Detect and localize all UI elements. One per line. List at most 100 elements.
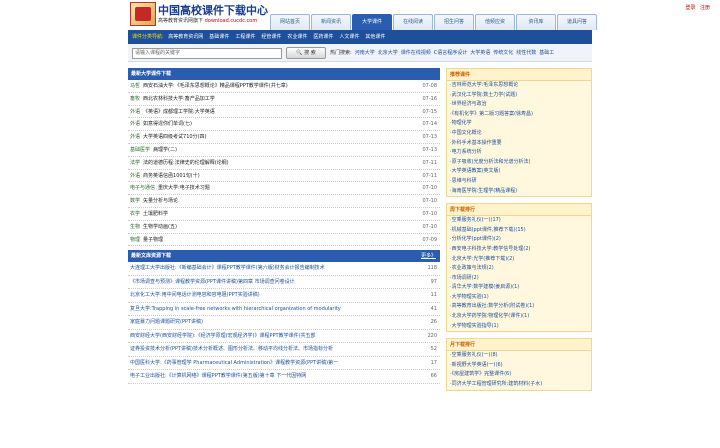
course-subject-link[interactable]: 基础医学	[130, 147, 150, 153]
hot-search-link[interactable]: 北京大学	[378, 50, 398, 56]
side-list-link[interactable]: ·大学英语教案(英文版)	[447, 167, 591, 177]
nav-tab[interactable]: 道具问答	[557, 14, 597, 30]
nav-tab[interactable]: 新闻资讯	[311, 14, 351, 30]
hot-search-link[interactable]: 大学英语	[470, 50, 490, 56]
course-subject-link[interactable]: 数学	[130, 198, 140, 204]
category-link[interactable]: 工程课件	[235, 34, 255, 40]
search-input[interactable]: 请输入课程的关键字	[132, 48, 282, 59]
course-subject-link[interactable]: 生物	[130, 224, 140, 230]
course-title-link[interactable]: 《英语》成都理工学院:大学英语	[143, 109, 215, 115]
hot-search-link[interactable]: 课件在线视频	[401, 50, 431, 56]
course-date: 07-08	[420, 80, 437, 92]
library-count: 11	[428, 289, 437, 302]
course-subject-link[interactable]: 外语	[130, 134, 140, 140]
hot-search-link[interactable]: 河南大学	[355, 50, 375, 56]
side-list-link[interactable]: ·空乘服务礼仪(一)(17)	[447, 216, 591, 226]
side-list-link[interactable]: ·农业政策与法规(2)	[447, 264, 591, 274]
nav-tab[interactable]: 大学课件	[352, 14, 392, 30]
category-link[interactable]: 高等教育资讯网	[168, 34, 203, 40]
side-list-link[interactable]: ·西安电子科技大学:教学信号处理(2)	[447, 245, 591, 255]
site-url[interactable]: download.cucdc.com	[205, 18, 258, 24]
category-link[interactable]: 农业课件	[287, 34, 307, 40]
side-list-link[interactable]: ·《房屋建筑学》完整课件(6)	[447, 370, 591, 380]
category-link[interactable]: 其他课件	[365, 34, 385, 40]
course-title-link[interactable]: 西安石油大学:《毛泽东思想概论》精品课程PPT教学课件(共七章)	[143, 83, 288, 89]
side-list-link[interactable]: ·大学物理实验指导(1)	[447, 322, 591, 332]
library-title-link[interactable]: 西安财经大学(西安财经学院):《经济学原理(宏观经济学)》课程PPT教学课件(共…	[130, 333, 316, 339]
course-title-link[interactable]: 病理学(二)	[153, 147, 177, 153]
side-list-link[interactable]: ·吉林师范大学:毛泽东思想概论	[447, 81, 591, 91]
library-title-link[interactable]: 证券投资技术分析(PPT讲稿)技术分析概述、图形分析法、移动平均线分析法、市场指…	[130, 346, 333, 352]
site-logo[interactable]	[130, 2, 156, 26]
hot-search-link[interactable]: 线性代数	[516, 50, 536, 56]
library-title-link[interactable]: 中国医科大学:《药事管理学 Pharmaceutical Administrat…	[130, 360, 338, 366]
course-title-link[interactable]: 重庆大学:电子技术习题	[158, 185, 210, 191]
side-list-link[interactable]: ·物理化学	[447, 119, 591, 129]
side-list-link[interactable]: ·分析化学(ppt课件)(2)	[447, 235, 591, 245]
library-title-link[interactable]: 北京化工大学:用中间电话计测电容和容电阻(PPT实验讲稿)	[130, 292, 260, 298]
side-list-link[interactable]: ·《有机化学》第二版习题答案(徐寿昌)	[447, 110, 591, 120]
nav-tab[interactable]: 他频应资	[475, 14, 515, 30]
side-list-link[interactable]: ·武汉化工学院:数土力学(试题)	[447, 91, 591, 101]
side-list-link[interactable]: ·机械基础(ppt课件,推荐下载)(15)	[447, 226, 591, 236]
category-link[interactable]: 基础课件	[209, 34, 229, 40]
course-title-link[interactable]: 西北农林科技大学:畜产品加工学	[143, 96, 215, 102]
category-link[interactable]: 人文课件	[339, 34, 359, 40]
course-subject-link[interactable]: 外语	[130, 173, 140, 179]
side-list-link[interactable]: ·同济大学工程管理研究所:建筑材料(子水)	[447, 380, 591, 390]
course-subject-link[interactable]: 电子与通信	[130, 185, 155, 191]
course-date: 07-09	[420, 233, 437, 246]
course-subject-link[interactable]: 马哲	[130, 83, 140, 89]
hot-search-link[interactable]: C语言程序设计	[434, 50, 468, 56]
hot-search-link[interactable]: 传统文化	[493, 50, 513, 56]
course-title-link[interactable]: 商务英语信函1001句(十)	[143, 173, 200, 179]
side-list-link[interactable]: ·大学物理实验(1)	[447, 293, 591, 303]
side-list-link[interactable]: ·中国文化概论	[447, 129, 591, 139]
side-list-link[interactable]: ·北京大学:光学(推荐下载)(2)	[447, 255, 591, 265]
side-list-link[interactable]: ·世界经济与政治	[447, 100, 591, 110]
side-list-link[interactable]: ·海南医学院:生理学(精品课程)	[447, 187, 591, 197]
library-title-link[interactable]: 大连理工大学出版社:《新编基础会计》课程PPT教学课件(第六版)财务会计报告编制…	[130, 265, 325, 271]
course-subject-link[interactable]: 外语	[130, 121, 140, 127]
course-title-link[interactable]: 生物学动画(五)	[143, 224, 177, 230]
nav-tab[interactable]: 资讯库	[516, 14, 556, 30]
category-link[interactable]: 医药课件	[313, 34, 333, 40]
course-subject-link[interactable]: 物理	[130, 237, 140, 243]
library-title-link[interactable]: 复旦大学:Trapping in scale-free networks wit…	[130, 306, 341, 312]
library-title-link[interactable]: 《市场调查与预测》课程教学资源(PPT课件讲稿)第四章 市场调查问卷设计	[130, 279, 295, 285]
login-link[interactable]: 登录	[685, 5, 695, 11]
nav-tab[interactable]: 网站首页	[270, 14, 310, 30]
course-subject-link[interactable]: 畜牧	[130, 96, 140, 102]
course-title-link[interactable]: 如意得逞你们单词(七)	[143, 121, 192, 127]
course-title-link[interactable]: 土壤肥料学	[143, 211, 168, 217]
side-list-link[interactable]: ·原子吸收(光度分析法和光谱分析法)	[447, 158, 591, 168]
side-box: 推荐课件 ·吉林师范大学:毛泽东思想概论 ·武汉化工学院:数土力学(试题) ·世界经济…	[446, 68, 592, 198]
side-list-link[interactable]: ·电力系统分析	[447, 148, 591, 158]
category-link[interactable]: 经管课件	[261, 34, 281, 40]
more-link[interactable]: 更多》	[421, 250, 436, 262]
side-list-link[interactable]: ·高等教育出版社:数学分析(附试卷)(1)	[447, 302, 591, 312]
course-title-link[interactable]: 矢量分析与场论	[143, 198, 178, 204]
hot-search-link[interactable]: 基础工	[539, 50, 554, 56]
course-subject-link[interactable]: 法学	[130, 160, 140, 166]
course-title-link[interactable]: 大学英语四级考试710分(四)	[143, 134, 206, 140]
search-button[interactable]: 🔍 搜 索	[286, 47, 326, 59]
side-list-link[interactable]: ·思维与科研	[447, 177, 591, 187]
course-title-link[interactable]: 法的道德历程:法律史的伦理解释(论纲)	[143, 160, 229, 166]
register-link[interactable]: 注册	[700, 5, 710, 11]
library-title-link[interactable]: 家庭暴力问题课题研究(PPT讲稿)	[130, 319, 203, 325]
side-list-link[interactable]: ·北京大学药学院:物理化学(课件)(1)	[447, 312, 591, 322]
site-title[interactable]: 中国高校课件下载中心	[158, 2, 268, 18]
course-subject-link[interactable]: 农学	[130, 211, 140, 217]
course-title-link[interactable]: 量子物理	[143, 237, 163, 243]
course-subject-link[interactable]: 外语	[130, 109, 140, 115]
side-list-link[interactable]: ·空乘服务礼仪(一)(8)	[447, 351, 591, 361]
side-list-link[interactable]: ·新视野大学英语(一)(6)	[447, 361, 591, 371]
side-list-link[interactable]: ·清华大学:数学建模(姜启源)(1)	[447, 283, 591, 293]
side-list-link[interactable]: ·市场调研(2)	[447, 274, 591, 284]
library-title-link[interactable]: 电子工业出版社:《计算机网络》课程PPT教学课件(第五版)第十章 下一代因特网	[130, 373, 306, 379]
nav-tab[interactable]: 在线阅读	[393, 14, 433, 30]
side-list-link[interactable]: ·外科手术基本操作重要	[447, 139, 591, 149]
nav-tab[interactable]: 招生问答	[434, 14, 474, 30]
list-item: 证券投资技术分析(PPT讲稿)技术分析概述、图形分析法、移动平均线分析法、市场指…	[128, 343, 440, 357]
